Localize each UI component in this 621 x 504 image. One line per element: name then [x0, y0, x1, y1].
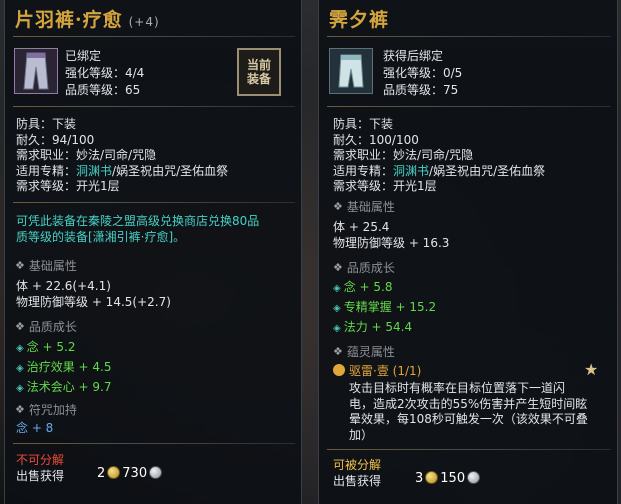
enhance-level: 强化等级：4/4 — [65, 66, 145, 80]
silver-coin-icon — [467, 471, 481, 484]
enhance-level: 强化等级：0/5 — [383, 66, 463, 80]
can-split-label: 可被分解 — [333, 458, 382, 472]
item-meta: 获得后绑定 强化等级：0/5 品质等级：75 — [383, 48, 462, 99]
rune-attribute: 念 + 8 — [16, 421, 54, 435]
armor-type: 防具：下装 — [16, 117, 77, 131]
item-requirements: 防具：下装 耐久：100/100 需求职业：妙法/司命/咒隐 适用专精：洞渊书/… — [333, 117, 545, 195]
quality-level: 品质等级：75 — [383, 83, 459, 97]
silver-amount: 730 — [122, 466, 148, 481]
divider — [327, 106, 611, 107]
exchange-note: 可凭此装备在秦陵之盟高级兑换商店兑换80品 质等级的装备[潇湘引裤·疗愈]。 — [16, 214, 260, 244]
diamond-icon: ◈ — [16, 363, 24, 374]
quality-attributes: ◈ 念 + 5.8 ◈ 专精掌握 + 15.2 ◈ 法力 + 54.4 — [333, 280, 437, 334]
required-level: 需求等级：开光1层 — [16, 179, 120, 193]
item-meta: 已绑定 强化等级：4/4 品质等级：65 — [65, 48, 144, 99]
gold-amount: 2 — [97, 466, 106, 481]
spirit-skill-desc: 攻击目标时有概率在目标位置落下一道闪 电，造成2次攻击的55%伤害并产生短时间眩… — [349, 381, 588, 442]
spirit-icon — [333, 364, 345, 376]
divider — [327, 36, 611, 37]
diamond-icon: ◈ — [333, 283, 341, 294]
section-diamond-icon: ❖ — [333, 200, 343, 213]
item-title: 片羽裤·疗愈 (+4) — [15, 5, 160, 32]
section-diamond-icon: ❖ — [333, 261, 343, 274]
sell-price: 2 730 — [97, 466, 164, 481]
diamond-icon: ◈ — [333, 323, 341, 334]
diamond-icon: ◈ — [333, 303, 341, 314]
applicable-spec: 适用专精：洞渊书/娲圣祝由咒/圣佑血祭 — [16, 163, 229, 178]
armor-type: 防具：下装 — [333, 117, 394, 131]
section-diamond-icon: ❖ — [15, 320, 25, 333]
applicable-spec: 适用专精：洞渊书/娲圣祝由咒/圣佑血祭 — [333, 163, 546, 178]
enhance-suffix: (+4) — [128, 15, 160, 29]
compare-item-tooltip: 霁夕裤 获得后绑定 强化等级：0/5 品质等级：75 防具：下装 耐久：100/… — [318, 0, 618, 504]
base-attributes: 体 + 25.4 物理防御等级 + 16.3 — [333, 220, 450, 250]
gold-coin-icon — [107, 466, 121, 479]
base-attr-header: ❖ 基础属性 — [333, 200, 395, 214]
diamond-icon: ◈ — [16, 383, 24, 394]
bind-status: 获得后绑定 — [383, 49, 444, 63]
diamond-icon: ◈ — [16, 343, 24, 354]
quality-growth-header: ❖ 品质成长 — [333, 261, 395, 275]
rune-header: ❖ 符咒加持 — [15, 403, 77, 417]
quality-level: 品质等级：65 — [65, 83, 141, 97]
pants-icon[interactable] — [329, 48, 373, 94]
equipped-item-tooltip: 片羽裤·疗愈 (+4) 已绑定 强化等级：4/4 品质等级：65 当前 装备 防具：… — [4, 0, 302, 504]
section-diamond-icon: ❖ — [333, 345, 343, 358]
sell-label: 出售获得 — [333, 474, 382, 488]
item-title: 霁夕裤 — [329, 9, 390, 31]
required-classes: 需求职业：妙法/司命/咒隐 — [16, 148, 157, 162]
section-diamond-icon: ❖ — [15, 259, 25, 272]
star-icon: ★ — [584, 360, 599, 379]
equipped-stamp: 当前 装备 — [237, 48, 281, 96]
sell-label: 出售获得 — [16, 469, 65, 483]
item-requirements: 防具：下装 耐久：94/100 需求职业：妙法/司命/咒隐 适用专精：洞渊书/娲… — [16, 117, 228, 195]
spirit-skill-name: 驱雷·壹 (1/1) — [333, 364, 421, 380]
required-level: 需求等级：开光1层 — [333, 179, 437, 193]
durability: 耐久：100/100 — [333, 132, 419, 147]
silver-coin-icon — [149, 466, 163, 479]
quality-growth-header: ❖ 品质成长 — [15, 320, 77, 334]
divider — [13, 106, 295, 107]
durability: 耐久：94/100 — [16, 132, 95, 147]
stamp-text: 当前 — [246, 58, 271, 72]
silver-amount: 150 — [440, 471, 466, 486]
base-attributes: 体 + 22.6(+4.1) 物理防御等级 + 14.5(+2.7) — [16, 279, 171, 309]
bind-status: 已绑定 — [65, 49, 102, 63]
quality-attributes: ◈ 念 + 5.2 ◈ 治疗效果 + 4.5 ◈ 法术会心 + 9.7 — [16, 340, 112, 394]
item-name: 片羽裤·疗愈 — [15, 9, 123, 31]
divider — [13, 36, 295, 37]
spirit-attr-header: ❖ 蕴灵属性 — [333, 345, 395, 359]
divider — [13, 202, 295, 203]
no-split-label: 不可分解 — [16, 453, 65, 467]
divider — [13, 443, 295, 444]
base-attr-header: ❖ 基础属性 — [15, 259, 77, 273]
section-diamond-icon: ❖ — [15, 403, 25, 416]
gold-coin-icon — [425, 471, 439, 484]
divider — [327, 449, 611, 450]
pants-icon[interactable] — [14, 48, 58, 94]
required-classes: 需求职业：妙法/司命/咒隐 — [333, 148, 474, 162]
gold-amount: 3 — [415, 471, 424, 486]
sell-price: 3 150 — [415, 471, 482, 486]
